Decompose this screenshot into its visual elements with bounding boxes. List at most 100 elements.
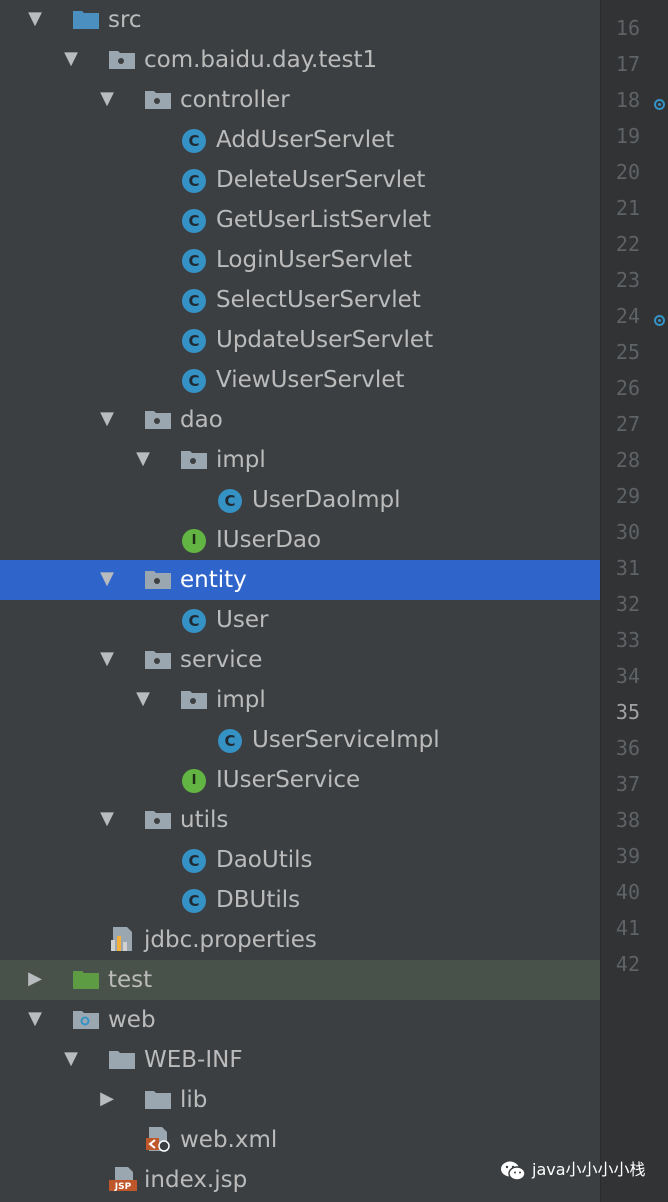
line-number: 41: [615, 916, 640, 940]
line-number: 30: [615, 520, 640, 544]
tree-row-dbutils[interactable]: C DBUtils: [0, 880, 600, 920]
tree-row-dao[interactable]: ▼ dao: [0, 400, 600, 440]
tree-item-label: DBUtils: [216, 887, 301, 913]
tree-row-src[interactable]: ▼ src: [0, 0, 600, 40]
tree-item-label: AddUserServlet: [216, 127, 395, 153]
package-icon: [144, 87, 172, 113]
tree-row-lib[interactable]: ▶ lib: [0, 1080, 600, 1120]
jsp-file-icon: JSP: [108, 1165, 137, 1192]
tree-row-getuserlistservlet[interactable]: C GetUserListServlet: [0, 200, 600, 240]
tree-item-label: WEB-INF: [144, 1047, 243, 1073]
collapse-arrow-icon[interactable]: ▼: [25, 1000, 45, 1040]
wechat-icon: [501, 1161, 526, 1181]
package-icon: [108, 47, 136, 73]
tree-row-web-inf[interactable]: ▼ WEB-INF: [0, 1040, 600, 1080]
tree-row-adduserservlet[interactable]: C AddUserServlet: [0, 120, 600, 160]
collapse-arrow-icon[interactable]: ▼: [97, 640, 117, 680]
tree-row-test[interactable]: ▶ test: [0, 960, 600, 1000]
tree-item-label: SelectUserServlet: [216, 287, 421, 313]
tree-row-entity[interactable]: ▼ entity: [0, 560, 600, 600]
line-number: 24: [615, 304, 640, 328]
line-number: 20: [615, 160, 640, 184]
watermark: java小小小小栈: [500, 1156, 646, 1184]
tree-item-label: index.jsp: [144, 1167, 248, 1193]
tree-item-label: UserServiceImpl: [252, 727, 440, 753]
tree-row-userserviceimpl[interactable]: C UserServiceImpl: [0, 720, 600, 760]
collapse-arrow-icon[interactable]: ▼: [97, 800, 117, 840]
expand-arrow-icon[interactable]: ▶: [97, 1080, 117, 1120]
implementation-marker-icon[interactable]: [654, 99, 665, 110]
tree-item-label: IUserDao: [216, 527, 322, 553]
xml-file-icon: [144, 1125, 172, 1152]
collapse-arrow-icon[interactable]: ▼: [97, 560, 117, 600]
class-icon: C: [218, 729, 242, 753]
tree-row-utils[interactable]: ▼ utils: [0, 800, 600, 840]
line-number: 32: [615, 592, 640, 616]
line-number: 39: [615, 844, 640, 868]
tree-row-service[interactable]: ▼ service: [0, 640, 600, 680]
tree-item-label: lib: [180, 1087, 208, 1113]
tree-row-updateuserservlet[interactable]: C UpdateUserServlet: [0, 320, 600, 360]
tree-row-selectuserservlet[interactable]: C SelectUserServlet: [0, 280, 600, 320]
class-icon: C: [182, 169, 206, 193]
expand-arrow-icon[interactable]: ▶: [25, 960, 45, 1000]
tree-row-iuserservice[interactable]: I IUserService: [0, 760, 600, 800]
tree-row-iuserdao[interactable]: I IUserDao: [0, 520, 600, 560]
package-icon: [144, 807, 172, 833]
interface-icon: I: [182, 769, 206, 793]
line-number: 23: [615, 268, 640, 292]
tree-item-label: dao: [180, 407, 223, 433]
tree-item-label: web.xml: [180, 1127, 278, 1153]
tree-item-label: controller: [180, 87, 290, 113]
line-number: 40: [615, 880, 640, 904]
line-number: 28: [615, 448, 640, 472]
tree-item-label: User: [216, 607, 269, 633]
class-icon: C: [182, 129, 206, 153]
line-number: 17: [615, 52, 640, 76]
line-number: 42: [615, 952, 640, 976]
tree-row-controller[interactable]: ▼ controller: [0, 80, 600, 120]
tree-row-viewuserservlet[interactable]: C ViewUserServlet: [0, 360, 600, 400]
tree-row-web-xml[interactable]: web.xml: [0, 1120, 600, 1160]
collapse-arrow-icon[interactable]: ▼: [61, 40, 81, 80]
class-icon: C: [182, 369, 206, 393]
tree-item-label: impl: [216, 687, 266, 713]
collapse-arrow-icon[interactable]: ▼: [97, 80, 117, 120]
implementation-marker-icon[interactable]: [654, 315, 665, 326]
tree-row-web[interactable]: ▼ web: [0, 1000, 600, 1040]
collapse-arrow-icon[interactable]: ▼: [133, 680, 153, 720]
tree-row-com-baidu-day-test1[interactable]: ▼ com.baidu.day.test1: [0, 40, 600, 80]
web-folder-icon: [72, 1007, 100, 1033]
project-tree[interactable]: ▼ src ▼ com.baidu.day.test1 ▼ controller C AddU…: [0, 0, 600, 1202]
line-number: 36: [615, 736, 640, 760]
tree-row-user[interactable]: C User: [0, 600, 600, 640]
line-number: 34: [615, 664, 640, 688]
tree-row-jdbc-properties[interactable]: jdbc.properties: [0, 920, 600, 960]
collapse-arrow-icon[interactable]: ▼: [133, 440, 153, 480]
package-icon: [144, 647, 172, 673]
line-number: 29: [615, 484, 640, 508]
tree-row-userdaoimpl[interactable]: C UserDaoImpl: [0, 480, 600, 520]
tree-row-daoutils[interactable]: C DaoUtils: [0, 840, 600, 880]
collapse-arrow-icon[interactable]: ▼: [97, 400, 117, 440]
collapse-arrow-icon[interactable]: ▼: [25, 0, 45, 40]
package-icon: [144, 567, 172, 593]
tree-row-impl[interactable]: ▼ impl: [0, 440, 600, 480]
line-number: 37: [615, 772, 640, 796]
class-icon: C: [182, 849, 206, 873]
folder-icon: [108, 1047, 136, 1073]
tree-row-loginuserservlet[interactable]: C LoginUserServlet: [0, 240, 600, 280]
interface-icon: I: [182, 529, 206, 553]
source-folder-icon: [72, 7, 100, 33]
tree-row-deleteuserservlet[interactable]: C DeleteUserServlet: [0, 160, 600, 200]
collapse-arrow-icon[interactable]: ▼: [61, 1040, 81, 1080]
class-icon: C: [182, 889, 206, 913]
line-number: 18: [615, 88, 640, 112]
properties-file-icon: [108, 925, 136, 951]
class-icon: C: [182, 609, 206, 633]
package-icon: [180, 687, 208, 713]
tree-item-label: ViewUserServlet: [216, 367, 405, 393]
svg-text:JSP: JSP: [114, 1182, 132, 1192]
tree-row-impl[interactable]: ▼ impl: [0, 680, 600, 720]
tree-item-label: web: [108, 1007, 156, 1033]
